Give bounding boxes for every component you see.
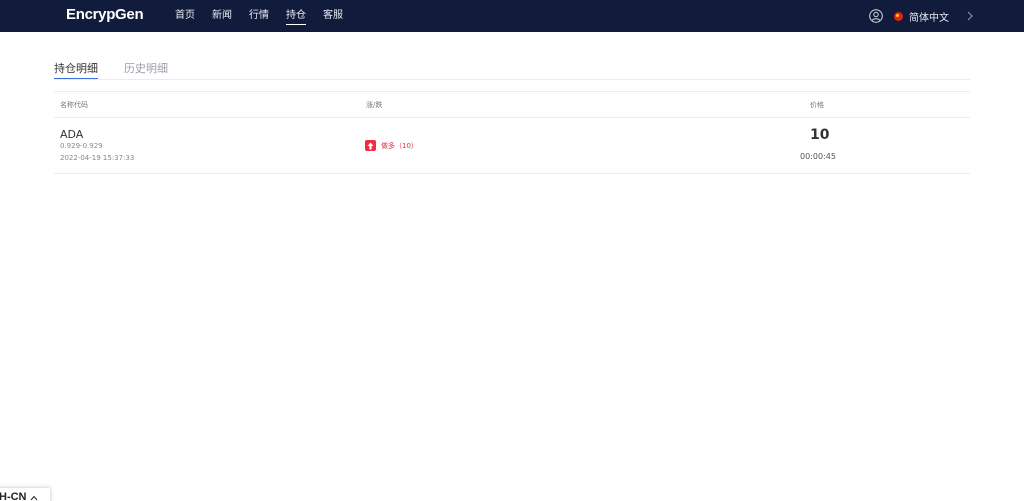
language-code: H-CN xyxy=(0,491,27,501)
user-circle-icon[interactable] xyxy=(869,9,883,23)
price-value: 10 xyxy=(810,127,830,143)
nav-positions[interactable]: 持仓 xyxy=(286,0,306,32)
china-flag-icon xyxy=(894,11,903,21)
main-nav: 首页 新闻 行情 持仓 客服 xyxy=(175,0,360,32)
positions-tabs: 持仓明细 历史明细 xyxy=(54,62,194,80)
coin-name: ADA xyxy=(60,128,84,141)
table-row[interactable]: ADA 0.929-0.929 2022-04-19 15:37:33 做多（1… xyxy=(54,118,970,173)
nav-market[interactable]: 行情 xyxy=(249,0,269,32)
table-top-divider xyxy=(54,91,970,92)
nav-news[interactable]: 新闻 xyxy=(212,0,232,32)
language-selector[interactable]: 简体中文 xyxy=(894,0,949,32)
countdown-timer: 00:00:45 xyxy=(800,152,836,161)
language-switch-widget[interactable]: H-CN xyxy=(0,488,50,501)
chevron-right-icon[interactable] xyxy=(966,10,974,22)
tab-position-details[interactable]: 持仓明细 xyxy=(54,62,98,80)
tab-history-details[interactable]: 历史明细 xyxy=(124,62,168,80)
nav-home[interactable]: 首页 xyxy=(175,0,195,32)
column-header-price: 价格 xyxy=(810,101,824,109)
coin-price-range: 0.929-0.929 xyxy=(60,142,103,150)
logo[interactable]: EncrypGen xyxy=(66,6,144,23)
direction-label: 做多（10） xyxy=(381,141,418,150)
position-direction: 做多（10） xyxy=(365,140,418,151)
language-label: 简体中文 xyxy=(909,12,949,24)
column-header-change: 涨/跌 xyxy=(366,101,383,109)
column-header-name: 名称代码 xyxy=(60,101,88,109)
top-navbar: EncrypGen 首页 新闻 行情 持仓 客服 简体中文 xyxy=(0,0,1024,32)
chevron-up-icon xyxy=(30,495,37,501)
arrow-up-icon xyxy=(365,140,376,151)
coin-open-time: 2022-04-19 15:37:33 xyxy=(60,154,135,162)
row-divider xyxy=(54,173,970,174)
tabs-divider xyxy=(54,79,970,80)
nav-support[interactable]: 客服 xyxy=(323,0,343,32)
